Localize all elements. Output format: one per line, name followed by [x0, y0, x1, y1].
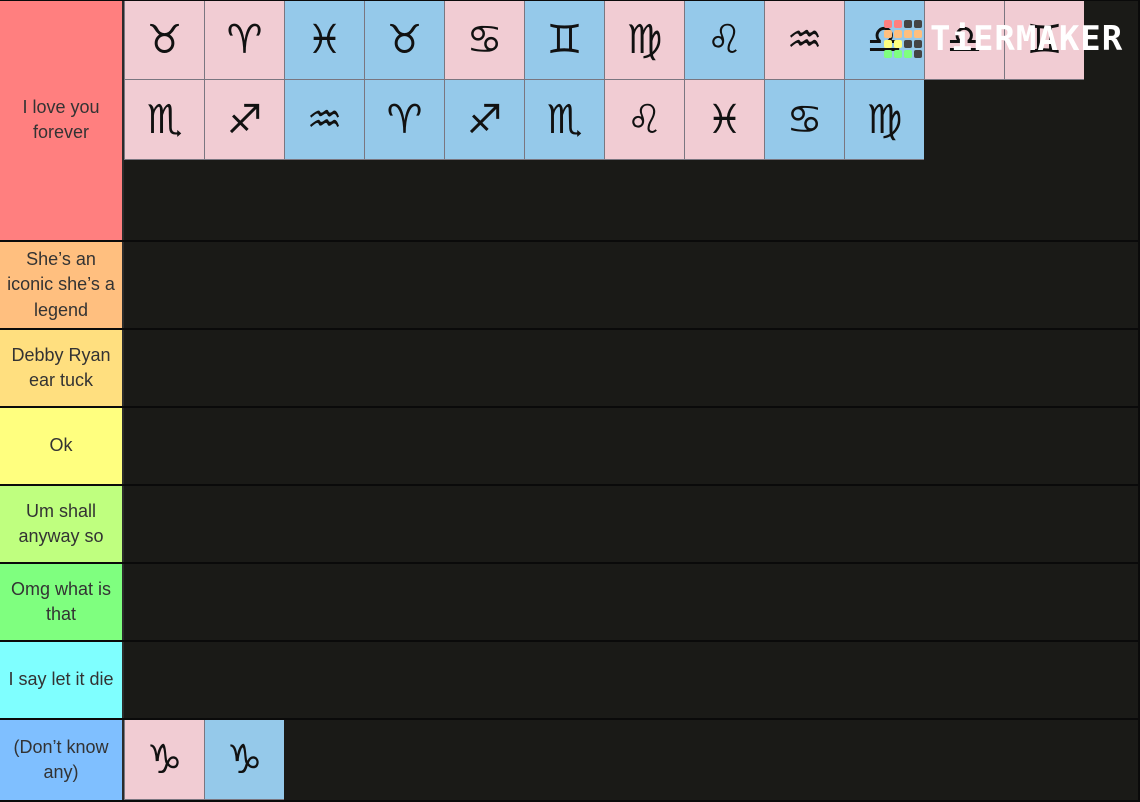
aries-icon[interactable]: ♈ [364, 80, 444, 160]
tier-label[interactable]: (Don’t know any) [0, 720, 124, 800]
scorpio-icon[interactable]: ♏ [524, 80, 604, 160]
leo-icon[interactable]: ♌ [684, 0, 764, 80]
tier-label[interactable]: I love you forever [0, 0, 124, 240]
tier-label[interactable]: Ok [0, 408, 124, 484]
tier-items-dropzone[interactable] [124, 242, 1140, 328]
logo-grid-cell [914, 30, 922, 38]
logo-grid-cell [894, 50, 902, 58]
logo-grid-cell [904, 20, 912, 28]
tier-items-dropzone[interactable] [124, 408, 1140, 484]
sagittarius-icon[interactable]: ♐ [444, 80, 524, 160]
aquarius-icon[interactable]: ♒ [284, 80, 364, 160]
scorpio-icon[interactable]: ♏ [124, 80, 204, 160]
tier-items-dropzone[interactable] [124, 642, 1140, 718]
tier-row: Omg what is that [0, 564, 1140, 642]
capricorn-icon[interactable]: ♑ [124, 720, 204, 800]
logo-grid-cell [904, 40, 912, 48]
capricorn-icon[interactable]: ♑ [204, 720, 284, 800]
taurus-icon[interactable]: ♉ [364, 0, 444, 80]
tier-items-dropzone[interactable] [124, 330, 1140, 406]
leo-icon[interactable]: ♌ [604, 80, 684, 160]
aries-icon[interactable]: ♈ [204, 0, 284, 80]
taurus-icon[interactable]: ♉ [124, 0, 204, 80]
logo-text: TiERMAKER [930, 19, 1124, 59]
tier-label[interactable]: Debby Ryan ear tuck [0, 330, 124, 406]
logo-grid-cell [914, 50, 922, 58]
cancer-icon[interactable]: ♋ [444, 0, 524, 80]
tier-row: Ok [0, 408, 1140, 486]
tier-label[interactable]: I say let it die [0, 642, 124, 718]
sagittarius-icon[interactable]: ♐ [204, 80, 284, 160]
logo-grid-cell [904, 30, 912, 38]
logo-grid-cell [884, 40, 892, 48]
tiermaker-logo: TiERMAKER [884, 19, 1123, 59]
tier-row: I say let it die [0, 642, 1140, 720]
virgo-icon[interactable]: ♍ [604, 0, 684, 80]
aquarius-icon[interactable]: ♒ [764, 0, 844, 80]
pisces-icon[interactable]: ♓ [684, 80, 764, 160]
tier-row: She’s an iconic she’s a legend [0, 242, 1140, 330]
tier-label[interactable]: Omg what is that [0, 564, 124, 640]
tier-list-board: I love you forever♉♈♓♉♋♊♍♌♒♎♎♊♏♐♒♈♐♏♌♓♋♍… [0, 0, 1140, 802]
tier-items-dropzone[interactable]: ♑ ♑ [124, 720, 1140, 800]
logo-grid-icon [884, 20, 922, 58]
virgo-icon[interactable]: ♍ [844, 80, 924, 160]
tier-items-dropzone[interactable] [124, 486, 1140, 562]
logo-grid-cell [894, 30, 902, 38]
logo-grid-cell [914, 20, 922, 28]
tier-row: Debby Ryan ear tuck [0, 330, 1140, 408]
tier-row: Um shall anyway so [0, 486, 1140, 564]
logo-grid-cell [884, 20, 892, 28]
logo-grid-cell [894, 40, 902, 48]
logo-grid-cell [914, 40, 922, 48]
pisces-icon[interactable]: ♓ [284, 0, 364, 80]
logo-grid-cell [904, 50, 912, 58]
tier-label[interactable]: Um shall anyway so [0, 486, 124, 562]
tier-items-dropzone[interactable] [124, 564, 1140, 640]
gemini-icon[interactable]: ♊ [524, 0, 604, 80]
tier-label[interactable]: She’s an iconic she’s a legend [0, 242, 124, 328]
tier-row: (Don’t know any) ♑ ♑ [0, 720, 1140, 802]
cancer-icon[interactable]: ♋ [764, 80, 844, 160]
logo-grid-cell [884, 50, 892, 58]
logo-grid-cell [884, 30, 892, 38]
top-border [0, 0, 1140, 1]
logo-grid-cell [894, 20, 902, 28]
